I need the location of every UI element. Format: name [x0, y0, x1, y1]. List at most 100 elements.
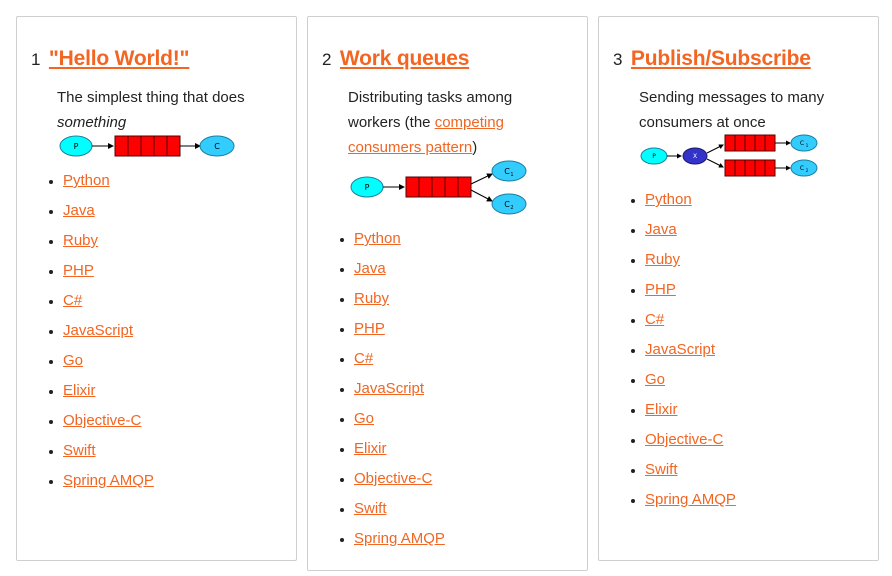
consumer-2-subscript: 2: [510, 205, 513, 211]
language-link-csharp[interactable]: C#: [63, 292, 82, 309]
language-link-javascript[interactable]: JavaScript: [63, 322, 133, 339]
card-title-row: 2 Work queues: [322, 47, 469, 71]
work-queues-diagram: P C 1 C 2: [350, 160, 527, 215]
list-item: Objective-C: [645, 430, 736, 460]
queue: [405, 176, 472, 198]
list-item: PHP: [63, 261, 154, 291]
language-link-elixir[interactable]: Elixir: [63, 382, 96, 399]
list-item: Java: [63, 201, 154, 231]
language-link-java[interactable]: Java: [63, 202, 95, 219]
language-link-python[interactable]: Python: [63, 172, 110, 189]
language-link-objective-c[interactable]: Objective-C: [354, 470, 432, 487]
language-link-go[interactable]: Go: [354, 410, 374, 427]
list-item: JavaScript: [354, 379, 445, 409]
language-list: Python Java Ruby PHP C# JavaScript Go El…: [17, 171, 154, 501]
language-link-ruby[interactable]: Ruby: [354, 290, 389, 307]
tutorial-description: The simplest thing that does something: [57, 85, 287, 135]
tutorial-title-link[interactable]: Work queues: [340, 47, 469, 70]
consumer-1-subscript: 1: [510, 172, 513, 178]
language-link-php[interactable]: PHP: [354, 320, 385, 337]
queue-2: [724, 159, 776, 177]
list-item: C#: [645, 310, 736, 340]
language-link-swift[interactable]: Swift: [645, 461, 678, 478]
language-list: Python Java Ruby PHP C# JavaScript Go El…: [308, 229, 445, 559]
language-link-csharp[interactable]: C#: [354, 350, 373, 367]
producer-label: P: [74, 142, 79, 151]
list-item: Go: [63, 351, 154, 381]
tutorial-description: Distributing tasks among workers (the co…: [348, 85, 538, 160]
exchange-label: X: [693, 153, 697, 160]
language-link-java[interactable]: Java: [645, 221, 677, 238]
list-item: Ruby: [354, 289, 445, 319]
language-link-javascript[interactable]: JavaScript: [645, 341, 715, 358]
language-link-swift[interactable]: Swift: [63, 442, 96, 459]
language-link-go[interactable]: Go: [63, 352, 83, 369]
list-item: Spring AMQP: [63, 471, 154, 501]
description-text-end: ): [472, 139, 478, 156]
tutorial-card-work-queues: 2 Work queues Distributing tasks among w…: [307, 16, 588, 571]
language-link-objective-c[interactable]: Objective-C: [63, 412, 141, 429]
language-link-ruby[interactable]: Ruby: [63, 232, 98, 249]
language-link-csharp[interactable]: C#: [645, 311, 664, 328]
list-item: PHP: [354, 319, 445, 349]
tutorial-number: 3: [613, 50, 623, 69]
list-item: Python: [645, 190, 736, 220]
tutorial-card-publish-subscribe: 3 Publish/Subscribe Sending messages to …: [598, 16, 879, 561]
card-title-row: 3 Publish/Subscribe: [613, 47, 811, 71]
consumer-2-subscript: 2: [806, 168, 809, 173]
language-link-elixir[interactable]: Elixir: [645, 401, 678, 418]
producer-label: P: [365, 183, 370, 192]
language-link-go[interactable]: Go: [645, 371, 665, 388]
language-link-python[interactable]: Python: [354, 230, 401, 247]
consumer-1-label: C: [800, 140, 804, 147]
consumer-2-label: C: [504, 200, 510, 209]
list-item: Ruby: [645, 250, 736, 280]
list-item: Spring AMQP: [645, 490, 736, 520]
consumer-1-subscript: 1: [806, 143, 809, 148]
language-link-ruby[interactable]: Ruby: [645, 251, 680, 268]
list-item: Swift: [63, 441, 154, 471]
language-link-python[interactable]: Python: [645, 191, 692, 208]
language-link-spring-amqp[interactable]: Spring AMQP: [354, 530, 445, 547]
list-item: Go: [354, 409, 445, 439]
list-item: Go: [645, 370, 736, 400]
list-item: Swift: [645, 460, 736, 490]
list-item: Swift: [354, 499, 445, 529]
language-link-swift[interactable]: Swift: [354, 500, 387, 517]
language-link-php[interactable]: PHP: [63, 262, 94, 279]
language-link-spring-amqp[interactable]: Spring AMQP: [63, 472, 154, 489]
language-link-php[interactable]: PHP: [645, 281, 676, 298]
list-item: Java: [645, 220, 736, 250]
arrow: [706, 158, 724, 168]
tutorial-title-link[interactable]: "Hello World!": [49, 47, 190, 70]
language-link-elixir[interactable]: Elixir: [354, 440, 387, 457]
description-text: Sending messages to many consumers at on…: [639, 89, 825, 131]
list-item: Objective-C: [354, 469, 445, 499]
list-item: Java: [354, 259, 445, 289]
description-text: The simplest thing that does: [57, 89, 245, 106]
list-item: Python: [63, 171, 154, 201]
list-item: C#: [354, 349, 445, 379]
list-item: JavaScript: [645, 340, 736, 370]
consumer-1-label: C: [504, 167, 510, 176]
tutorial-card-hello-world: 1 "Hello World!" The simplest thing that…: [16, 16, 297, 561]
tutorial-title-link[interactable]: Publish/Subscribe: [631, 47, 811, 70]
language-link-java[interactable]: Java: [354, 260, 386, 277]
consumer-label: C: [214, 142, 220, 151]
tutorial-description: Sending messages to many consumers at on…: [639, 85, 839, 135]
list-item: JavaScript: [63, 321, 154, 351]
arrow: [706, 144, 724, 154]
list-item: Ruby: [63, 231, 154, 261]
language-link-javascript[interactable]: JavaScript: [354, 380, 424, 397]
description-emphasis: something: [57, 114, 127, 131]
publish-subscribe-diagram: P X C 1 C 2: [640, 134, 818, 177]
arrow: [470, 173, 493, 185]
list-item: Spring AMQP: [354, 529, 445, 559]
tutorial-number: 2: [322, 50, 332, 69]
list-item: Elixir: [645, 400, 736, 430]
queue: [114, 135, 181, 157]
language-link-spring-amqp[interactable]: Spring AMQP: [645, 491, 736, 508]
language-link-objective-c[interactable]: Objective-C: [645, 431, 723, 448]
list-item: Objective-C: [63, 411, 154, 441]
list-item: PHP: [645, 280, 736, 310]
